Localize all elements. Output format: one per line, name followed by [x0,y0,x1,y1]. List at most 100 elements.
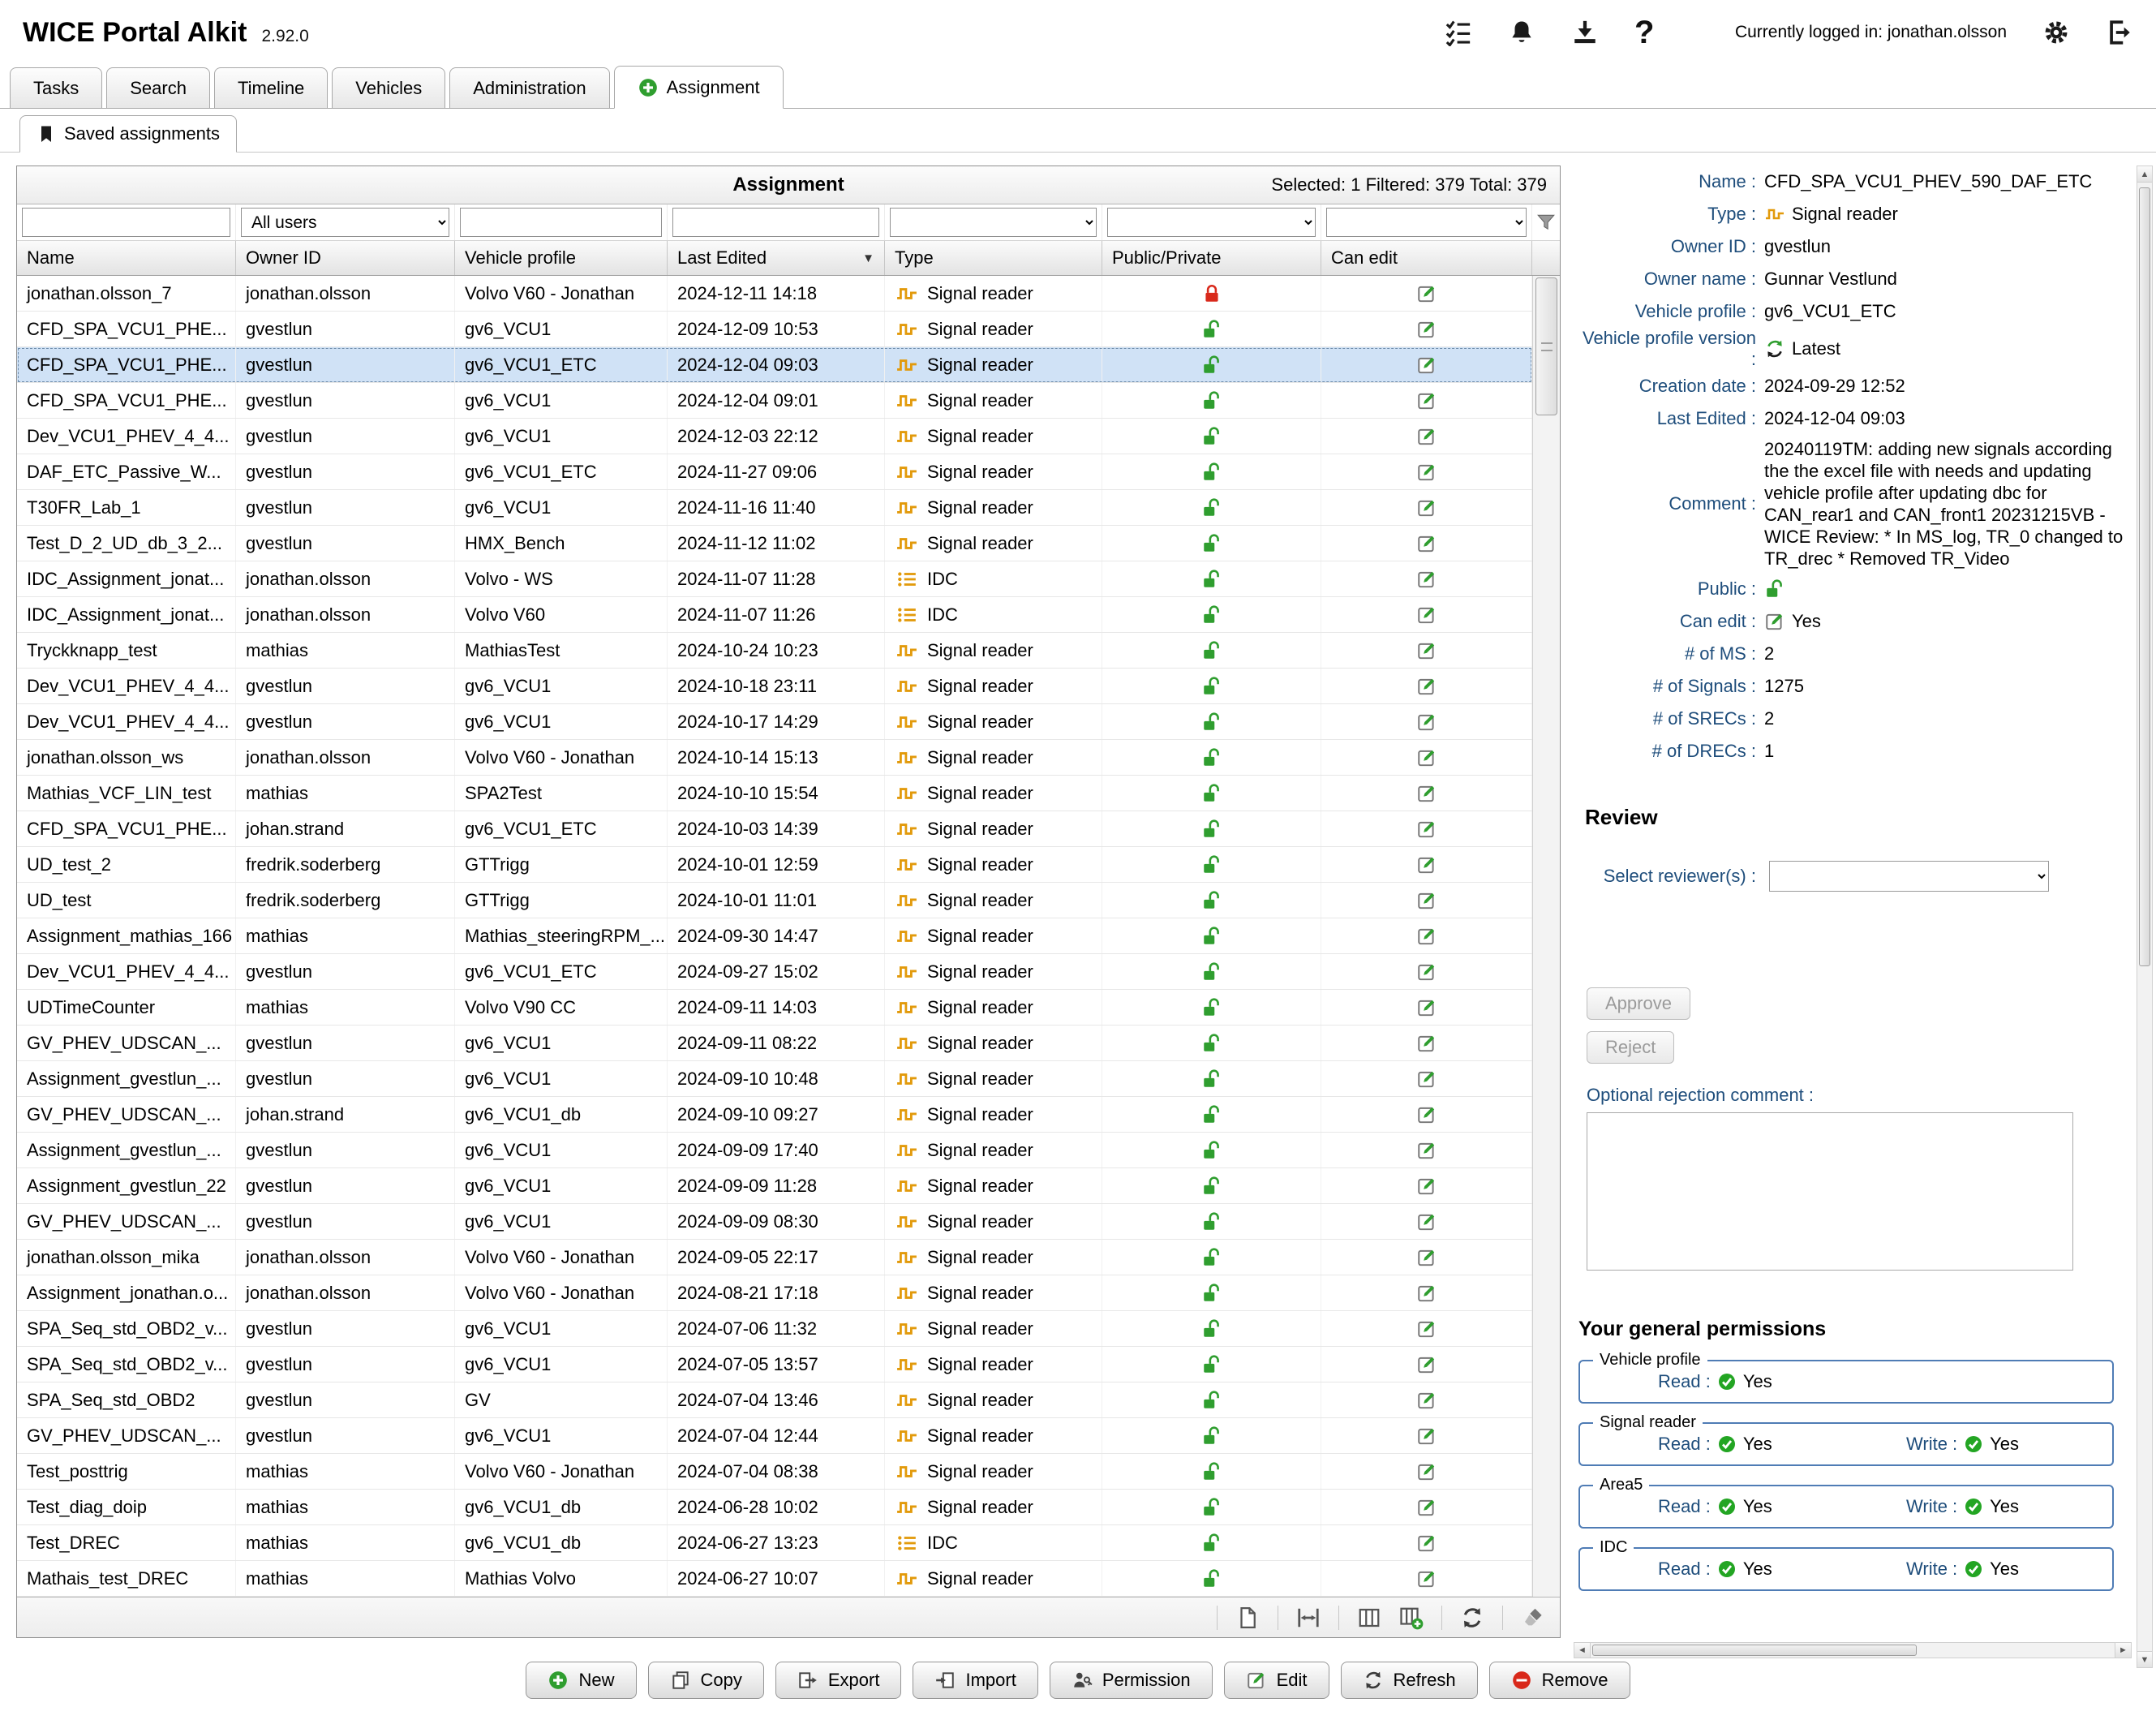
edit-icon[interactable] [1416,854,1437,875]
table-row[interactable]: Assignment_jonathan.o...jonathan.olssonV… [17,1275,1532,1311]
table-row[interactable]: GV_PHEV_UDSCAN_...johan.strandgv6_VCU1_d… [17,1097,1532,1133]
details-horizontal-scrollbar[interactable]: ◄ ► [1574,1642,2132,1658]
table-row[interactable]: Test_D_2_UD_db_3_2...gvestlunHMX_Bench20… [17,526,1532,561]
table-row[interactable]: Tryckknapp_testmathiasMathiasTest2024-10… [17,633,1532,669]
scroll-left-icon[interactable]: ◄ [1574,1643,1591,1658]
column-header-owner-id[interactable]: Owner ID [236,241,455,275]
edit-icon[interactable] [1416,676,1437,697]
page-scrollbar-thumb[interactable] [2139,187,2150,966]
edit-icon[interactable] [1416,1211,1437,1232]
edit-icon[interactable] [1416,533,1437,554]
edit-icon[interactable] [1416,1176,1437,1197]
refresh-icon[interactable] [1460,1606,1484,1630]
table-row[interactable]: GV_PHEV_UDSCAN_...gvestlungv6_VCU12024-0… [17,1418,1532,1454]
table-row[interactable]: DAF_ETC_Passive_W...gvestlungv6_VCU1_ETC… [17,454,1532,490]
edit-icon[interactable] [1416,1497,1437,1518]
table-row[interactable]: SPA_Seq_std_OBD2gvestlunGV2024-07-04 13:… [17,1382,1532,1418]
owner-filter-select[interactable]: All users [241,208,449,237]
edit-icon[interactable] [1416,783,1437,804]
edit-icon[interactable] [1416,1069,1437,1090]
edit-icon[interactable] [1416,1568,1437,1589]
tab-tasks[interactable]: Tasks [10,67,102,108]
table-row[interactable]: Dev_VCU1_PHEV_4_4...gvestlungv6_VCU1_ETC… [17,954,1532,990]
page-vertical-scrollbar[interactable]: ▲ ▼ [2137,166,2153,1668]
table-row[interactable]: GV_PHEV_UDSCAN_...gvestlungv6_VCU12024-0… [17,1204,1532,1240]
table-row[interactable]: SPA_Seq_std_OBD2_v...gvestlungv6_VCU1202… [17,1311,1532,1347]
columns-icon[interactable] [1357,1606,1381,1630]
edit-icon[interactable] [1416,1390,1437,1411]
tab-search[interactable]: Search [106,67,210,108]
table-row[interactable]: T30FR_Lab_1gvestlungv6_VCU12024-11-16 11… [17,490,1532,526]
column-header-last-edited[interactable]: Last Edited▼ [668,241,885,275]
edit-icon[interactable] [1416,497,1437,518]
help-icon[interactable]: ? [1634,19,1662,46]
edit-icon[interactable] [1416,819,1437,840]
edit-icon[interactable] [1416,1104,1437,1125]
edit-button[interactable]: Edit [1224,1662,1329,1699]
table-row[interactable]: IDC_Assignment_jonat...jonathan.olssonVo… [17,597,1532,633]
table-row[interactable]: Assignment_gvestlun_22gvestlungv6_VCU120… [17,1168,1532,1204]
table-row[interactable]: Dev_VCU1_PHEV_4_4...gvestlungv6_VCU12024… [17,704,1532,740]
edit-icon[interactable] [1416,569,1437,590]
edit-icon[interactable] [1416,997,1437,1018]
table-row[interactable]: jonathan.olsson_wsjonathan.olssonVolvo V… [17,740,1532,776]
edit-icon[interactable] [1416,1461,1437,1482]
name-filter-input[interactable] [22,208,230,237]
edit-icon[interactable] [1416,390,1437,411]
checklist-icon[interactable] [1445,19,1472,46]
logout-icon[interactable] [2106,19,2133,46]
edit-icon[interactable] [1416,1033,1437,1054]
edit-icon[interactable] [1416,319,1437,340]
tab-timeline[interactable]: Timeline [214,67,328,108]
edit-icon[interactable] [1416,1533,1437,1554]
edit-icon[interactable] [1416,890,1437,911]
edit-icon[interactable] [1416,426,1437,447]
table-vertical-scrollbar[interactable] [1532,276,1560,1597]
edit-icon[interactable] [1416,355,1437,376]
table-row[interactable]: jonathan.olsson_7jonathan.olssonVolvo V6… [17,276,1532,312]
download-icon[interactable] [1571,19,1599,46]
table-row[interactable]: CFD_SPA_VCU1_PHE...gvestlungv6_VCU1_ETC2… [17,347,1532,383]
column-header-vehicle-profile[interactable]: Vehicle profile [455,241,668,275]
tab-vehicles[interactable]: Vehicles [332,67,445,108]
edit-icon[interactable] [1416,604,1437,626]
table-row[interactable]: IDC_Assignment_jonat...jonathan.olssonVo… [17,561,1532,597]
add-column-icon[interactable] [1399,1606,1424,1630]
table-row[interactable]: UDTimeCountermathiasVolvo V90 CC2024-09-… [17,990,1532,1026]
edit-icon[interactable] [1416,926,1437,947]
approve-button[interactable]: Approve [1587,987,1690,1020]
table-row[interactable]: SPA_Seq_std_OBD2_v...gvestlungv6_VCU1202… [17,1347,1532,1382]
export-button[interactable]: Export [775,1662,902,1699]
column-header-can-edit[interactable]: Can edit [1321,241,1532,275]
last-edited-filter-input[interactable] [672,208,879,237]
scroll-up-icon[interactable]: ▲ [2137,166,2152,183]
table-row[interactable]: Dev_VCU1_PHEV_4_4...gvestlungv6_VCU12024… [17,669,1532,704]
edit-icon[interactable] [1416,640,1437,661]
table-row[interactable]: Mathais_test_DRECmathiasMathias Volvo202… [17,1561,1532,1597]
clear-filter-icon[interactable] [1521,1606,1545,1630]
new-button[interactable]: New [526,1662,636,1699]
table-row[interactable]: Assignment_gvestlun_...gvestlungv6_VCU12… [17,1133,1532,1168]
table-row[interactable]: Test_DRECmathiasgv6_VCU1_db2024-06-27 13… [17,1525,1532,1561]
tab-assignment[interactable]: Assignment [614,66,784,109]
tab-administration[interactable]: Administration [449,67,609,108]
scroll-right-icon[interactable]: ► [2115,1643,2131,1658]
edit-icon[interactable] [1416,1354,1437,1375]
remove-button[interactable]: Remove [1489,1662,1630,1699]
refresh-button[interactable]: Refresh [1341,1662,1478,1699]
edit-icon[interactable] [1416,1247,1437,1268]
table-row[interactable]: Test_posttrigmathiasVolvo V60 - Jonathan… [17,1454,1532,1490]
edit-icon[interactable] [1416,712,1437,733]
table-row[interactable]: jonathan.olsson_mikajonathan.olssonVolvo… [17,1240,1532,1275]
import-button[interactable]: Import [913,1662,1037,1699]
edit-icon[interactable] [1416,462,1437,483]
column-header-type[interactable]: Type [885,241,1102,275]
table-row[interactable]: CFD_SPA_VCU1_PHE...johan.strandgv6_VCU1_… [17,811,1532,847]
table-row[interactable]: Dev_VCU1_PHEV_4_4...gvestlungv6_VCU12024… [17,419,1532,454]
table-row[interactable]: CFD_SPA_VCU1_PHE...gvestlungv6_VCU12024-… [17,312,1532,347]
reviewer-select[interactable] [1769,861,2049,892]
table-row[interactable]: CFD_SPA_VCU1_PHE...gvestlungv6_VCU12024-… [17,383,1532,419]
copy-button[interactable]: Copy [648,1662,764,1699]
edit-icon[interactable] [1416,1283,1437,1304]
table-row[interactable]: UD_testfredrik.soderbergGTTrigg2024-10-0… [17,883,1532,918]
